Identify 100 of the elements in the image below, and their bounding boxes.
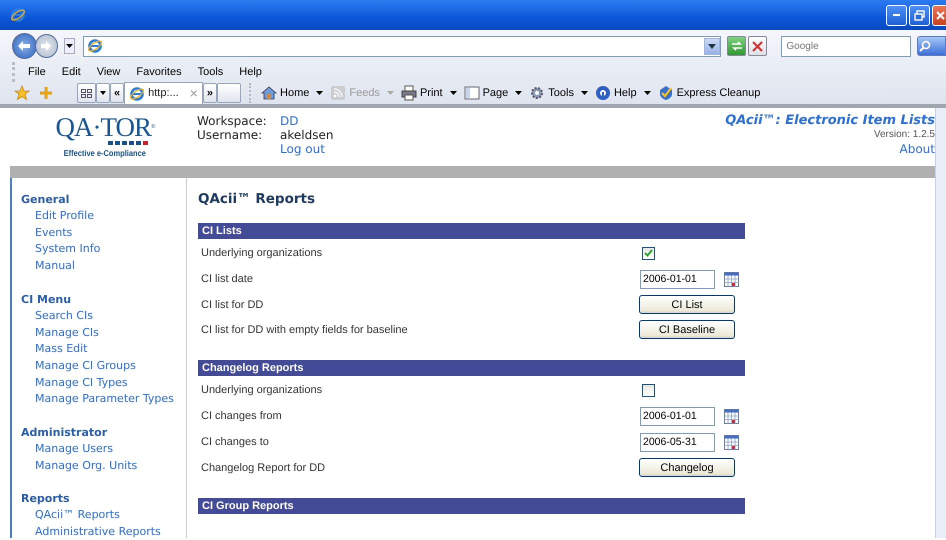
printer-icon bbox=[400, 85, 417, 101]
grid-icon bbox=[81, 88, 92, 98]
caret-icon bbox=[450, 91, 457, 95]
stop-button[interactable] bbox=[748, 36, 768, 56]
sidebar-link[interactable]: Manage CI Groups bbox=[21, 358, 186, 375]
username-value: akeldsen bbox=[280, 128, 334, 142]
sidebar-heading: General bbox=[21, 192, 70, 208]
left-arrow-icon bbox=[17, 40, 32, 52]
date-field[interactable]: 2006-05-31 bbox=[640, 432, 715, 452]
username-label: Username: bbox=[197, 128, 264, 142]
caret-icon bbox=[515, 91, 522, 95]
squares-icon bbox=[108, 141, 148, 145]
gear-icon bbox=[529, 85, 546, 101]
sidebar-heading: CI Menu bbox=[21, 292, 72, 308]
close-button[interactable] bbox=[932, 4, 946, 26]
refresh-icon bbox=[730, 40, 744, 52]
workspace-label: Workspace: bbox=[197, 114, 268, 128]
sidebar-link[interactable]: Administrative Reports bbox=[21, 524, 186, 540]
menu-item[interactable]: Tools bbox=[198, 64, 224, 80]
browser-logo-icon bbox=[10, 7, 26, 23]
sidebar-link[interactable]: Manage CI Types bbox=[21, 374, 186, 392]
row-label: Changelog Report for DD bbox=[201, 460, 326, 476]
sidebar-link[interactable]: Events bbox=[21, 224, 186, 242]
menu-item[interactable]: View bbox=[96, 64, 120, 80]
date-field[interactable]: 2006-01-01 bbox=[640, 406, 715, 426]
sidebar-link[interactable]: Manual bbox=[21, 258, 186, 275]
tab-list-dropdown[interactable] bbox=[96, 83, 110, 103]
scroll-tabs-right-button[interactable]: » bbox=[202, 83, 218, 103]
report-button[interactable]: Changelog bbox=[639, 458, 735, 478]
tab-grid-button[interactable] bbox=[77, 83, 96, 103]
close-icon bbox=[934, 10, 944, 20]
menu-item[interactable]: File bbox=[28, 64, 46, 80]
toolbar-button[interactable]: Print bbox=[400, 84, 457, 102]
caret-icon bbox=[580, 91, 588, 95]
search-button[interactable] bbox=[917, 36, 946, 56]
address-field[interactable] bbox=[83, 36, 722, 56]
forward-button[interactable] bbox=[34, 34, 58, 58]
logout-link[interactable]: Log out bbox=[280, 142, 334, 156]
sidebar-link[interactable]: Manage Parameter Types bbox=[21, 391, 186, 408]
history-dropdown[interactable] bbox=[64, 38, 76, 54]
search-icon bbox=[918, 40, 932, 52]
calendar-icon[interactable] bbox=[724, 272, 739, 287]
minimize-icon bbox=[893, 14, 900, 16]
report-button[interactable]: CI List bbox=[639, 295, 735, 314]
row-label: CI changes to bbox=[201, 435, 270, 450]
toolbar-button[interactable]: Help bbox=[594, 84, 651, 102]
star-icon[interactable] bbox=[14, 85, 30, 101]
sidebar-link[interactable]: Manage CIs bbox=[21, 324, 186, 342]
page-icon bbox=[87, 38, 104, 54]
sidebar-link[interactable]: Manage Users bbox=[21, 441, 186, 458]
search-field[interactable]: Google bbox=[781, 36, 912, 56]
sidebar-link[interactable]: Manage Org. Units bbox=[21, 458, 186, 474]
menu-item[interactable]: Edit bbox=[62, 64, 81, 80]
minimize-button[interactable] bbox=[886, 4, 907, 26]
workspace-link[interactable]: DD bbox=[280, 114, 334, 128]
refresh-button[interactable] bbox=[727, 36, 746, 56]
scrollbar[interactable] bbox=[935, 108, 946, 538]
toolbar-button[interactable]: Express Cleanup bbox=[658, 84, 760, 102]
calendar-icon[interactable] bbox=[724, 434, 739, 450]
sidebar-link[interactable]: Edit Profile bbox=[21, 208, 186, 225]
caret-icon bbox=[66, 44, 73, 48]
date-field[interactable]: 2006-01-01 bbox=[640, 270, 715, 289]
browser-tab[interactable]: http:... × bbox=[124, 82, 203, 104]
checkbox[interactable] bbox=[642, 246, 655, 260]
sidebar-link[interactable]: QAcii™ Reports bbox=[21, 507, 186, 524]
calendar-icon[interactable] bbox=[724, 408, 739, 424]
section-header: CI Lists bbox=[198, 223, 745, 240]
toolbar-button[interactable]: Page bbox=[464, 84, 522, 102]
restore-button[interactable] bbox=[909, 4, 930, 26]
caret-icon bbox=[316, 91, 324, 95]
caret-icon bbox=[100, 91, 106, 95]
report-button[interactable]: CI Baseline bbox=[639, 320, 735, 340]
toolbar-button[interactable]: Tools bbox=[529, 84, 588, 102]
version-text: Version: 1.2.5 bbox=[874, 128, 935, 142]
row-label: CI list date bbox=[201, 272, 254, 287]
sidebar-heading: Administrator bbox=[21, 425, 108, 442]
row-label: CI list for DD bbox=[201, 298, 264, 312]
sidebar-link[interactable]: Search CIs bbox=[21, 308, 186, 325]
row-label: Underlying organizations bbox=[201, 383, 324, 398]
address-dropdown[interactable] bbox=[704, 38, 720, 54]
right-arrow-icon bbox=[40, 41, 52, 51]
toolbar-button[interactable]: Home bbox=[261, 84, 324, 102]
checkbox[interactable] bbox=[642, 384, 655, 397]
close-icon bbox=[752, 40, 764, 52]
app-title: QAcii™: Electronic Item Lists bbox=[725, 114, 935, 128]
page-icon bbox=[464, 85, 480, 101]
section-header: Changelog Reports bbox=[198, 360, 745, 376]
back-button[interactable] bbox=[12, 33, 37, 59]
house-icon bbox=[261, 85, 278, 101]
about-link[interactable]: About bbox=[900, 142, 935, 156]
help-icon bbox=[594, 85, 611, 101]
row-label: CI list for DD with empty fields for baseline bbox=[201, 322, 409, 338]
sidebar-link[interactable]: Mass Edit bbox=[21, 341, 186, 358]
caret-icon bbox=[708, 44, 716, 49]
caret-icon bbox=[386, 91, 394, 95]
menu-item[interactable]: Help bbox=[239, 64, 262, 80]
scroll-tabs-left-button[interactable]: « bbox=[110, 83, 124, 103]
sidebar-link[interactable]: System Info bbox=[21, 241, 186, 258]
row-label: Underlying organizations bbox=[201, 246, 324, 261]
menu-item[interactable]: Favorites bbox=[136, 64, 182, 80]
